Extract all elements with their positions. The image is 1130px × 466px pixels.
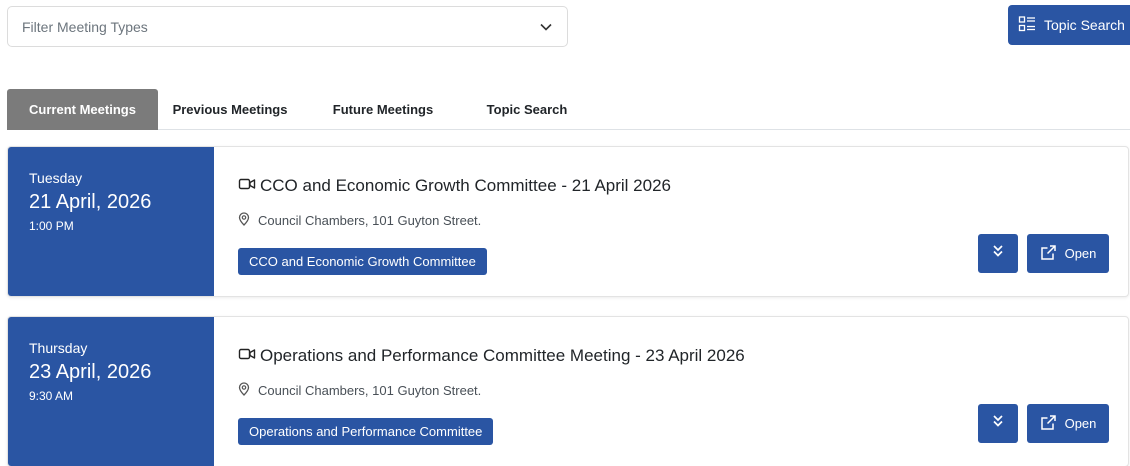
meeting-location-text: Council Chambers, 101 Guyton Street. [258,383,482,398]
location-pin-icon [238,212,250,229]
committee-badge: Operations and Performance Committee [238,418,494,445]
meeting-time: 1:00 PM [29,219,74,233]
location-pin-icon [238,382,250,399]
meeting-tabs: Current Meetings Previous Meetings Futur… [7,89,1130,130]
chevron-down-icon [539,20,553,34]
topic-search-button[interactable]: Topic Search [1008,5,1130,45]
open-meeting-button[interactable]: Open [1027,234,1109,273]
video-camera-icon [238,346,256,366]
topic-search-label: Topic Search [1044,17,1125,33]
open-label: Open [1064,246,1097,261]
open-label: Open [1064,416,1097,431]
meeting-weekday: Thursday [29,340,88,356]
meeting-date: 23 April, 2026 [29,361,152,383]
external-link-icon [1040,244,1057,264]
tab-current-meetings[interactable]: Current Meetings [7,89,158,130]
video-camera-icon [238,176,256,196]
meeting-title-text: Operations and Performance Committee Mee… [260,346,745,365]
meeting-title[interactable]: Operations and Performance Committee Mee… [238,346,745,366]
expand-button[interactable] [978,234,1018,273]
meeting-title[interactable]: CCO and Economic Growth Committee - 21 A… [238,176,671,196]
double-chevron-down-icon [992,414,1004,433]
meeting-title-text: CCO and Economic Growth Committee - 21 A… [260,176,672,195]
expand-button[interactable] [978,404,1018,443]
tab-topic-search[interactable]: Topic Search [475,89,579,130]
open-meeting-button[interactable]: Open [1027,404,1109,443]
meeting-date-panel: Thursday 23 April, 2026 9:30 AM [8,317,214,466]
tab-previous-meetings[interactable]: Previous Meetings [164,89,296,130]
meeting-location: Council Chambers, 101 Guyton Street. [238,212,481,229]
tab-future-meetings[interactable]: Future Meetings [317,89,449,130]
meeting-date-panel: Tuesday 21 April, 2026 1:00 PM [8,147,214,296]
meeting-location-text: Council Chambers, 101 Guyton Street. [258,213,482,228]
committee-badge: CCO and Economic Growth Committee [238,248,487,275]
external-link-icon [1040,414,1057,434]
meeting-weekday: Tuesday [29,170,83,186]
meeting-time: 9:30 AM [29,389,74,403]
meeting-location: Council Chambers, 101 Guyton Street. [238,382,481,399]
meeting-card: Thursday 23 April, 2026 9:30 AM Operatio… [7,316,1129,466]
meeting-card: Tuesday 21 April, 2026 1:00 PM CCO and E… [7,146,1129,297]
double-chevron-down-icon [992,244,1004,263]
filter-placeholder: Filter Meeting Types [22,18,148,35]
filter-meeting-types-select[interactable]: Filter Meeting Types [7,6,568,47]
meeting-date: 21 April, 2026 [29,191,152,213]
list-icon [1018,15,1036,36]
